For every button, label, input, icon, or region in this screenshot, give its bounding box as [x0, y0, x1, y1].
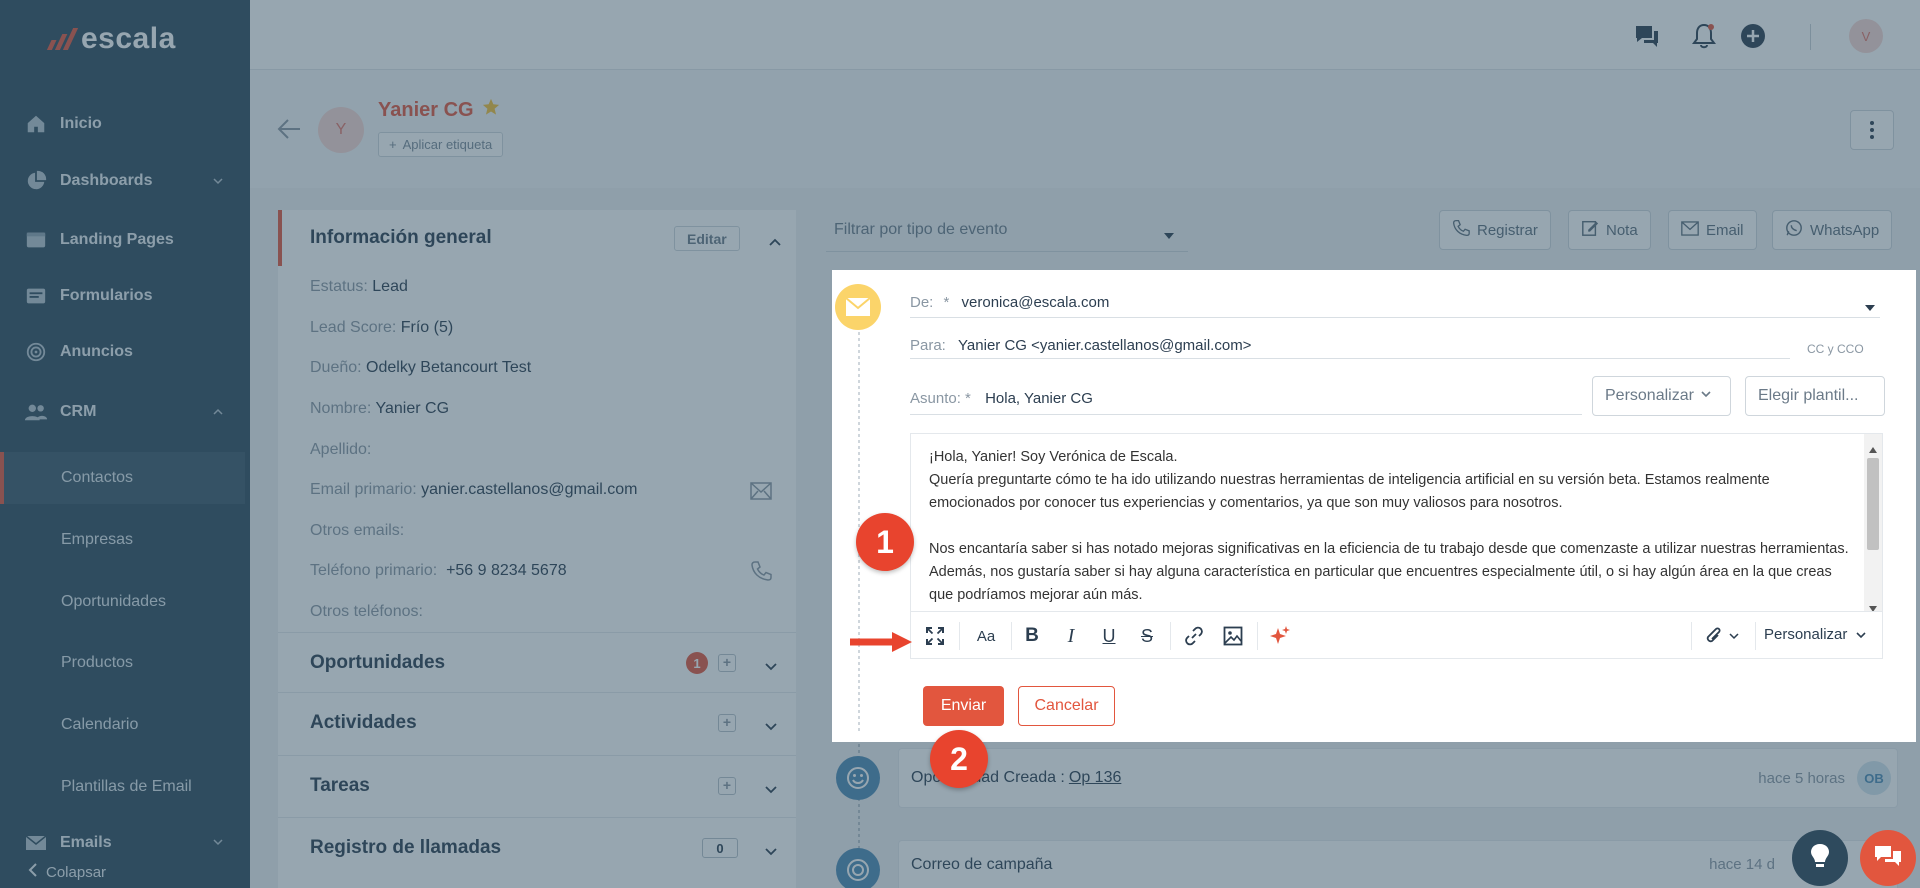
chevron-down-icon	[1700, 387, 1712, 405]
subject-field[interactable]: Asunto: * Hola, Yanier CG	[910, 390, 1093, 407]
template-label: Elegir plantil...	[1758, 387, 1859, 404]
ai-sparkle-icon[interactable]	[1268, 624, 1292, 648]
toolbar-divider	[1170, 622, 1171, 650]
required-marker: *	[965, 390, 971, 407]
annotation-marker-1: 1	[856, 513, 914, 571]
lightbulb-icon	[1809, 842, 1831, 875]
toolbar-divider	[1011, 622, 1012, 650]
cancel-button[interactable]: Cancelar	[1018, 686, 1115, 726]
send-button[interactable]: Enviar	[923, 686, 1004, 726]
italic-icon[interactable]: I	[1059, 624, 1083, 648]
body-paragraph: Quería preguntarte cómo te ha ido utiliz…	[929, 472, 1770, 511]
personalize-dropdown[interactable]: Personalizar	[1592, 376, 1731, 416]
to-label: Para:	[910, 337, 946, 354]
from-label: De:	[910, 294, 934, 311]
toolbar-divider	[1755, 622, 1756, 650]
body-paragraph: Nos encantaría saber si has notado mejor…	[929, 541, 1849, 603]
body-paragraph: ¡Hola, Yanier! Soy Verónica de Escala.	[929, 449, 1178, 465]
marker-number: 1	[876, 523, 894, 560]
send-label: Enviar	[940, 697, 987, 714]
from-field[interactable]: De: * veronica@escala.com	[910, 294, 1109, 311]
annotation-arrow-icon	[848, 631, 914, 658]
toolbar-personalize-label: Personalizar	[1764, 626, 1848, 643]
toolbar-divider	[1691, 622, 1692, 650]
image-icon[interactable]	[1221, 624, 1245, 648]
tips-fab[interactable]	[1792, 830, 1848, 886]
scroll-up-icon[interactable]	[1869, 440, 1877, 458]
fullscreen-icon[interactable]	[923, 624, 947, 648]
subject-label: Asunto:	[910, 390, 961, 407]
cc-bcc-link[interactable]: CC y CCO	[1807, 342, 1864, 356]
strikethrough-icon[interactable]: S	[1135, 624, 1159, 648]
divider	[910, 317, 1880, 318]
subject-value: Hola, Yanier CG	[985, 390, 1093, 407]
personalize-label: Personalizar	[1605, 387, 1694, 404]
email-body-editor[interactable]: ¡Hola, Yanier! Soy Verónica de Escala. Q…	[910, 433, 1883, 611]
divider	[910, 414, 1582, 415]
email-body: ¡Hola, Yanier! Soy Verónica de Escala. Q…	[929, 446, 1849, 607]
caret-down-icon[interactable]	[1865, 298, 1875, 316]
chevron-down-icon	[1856, 631, 1866, 638]
annotation-marker-2: 2	[930, 730, 988, 788]
attach-icon[interactable]	[1702, 624, 1746, 648]
divider	[910, 358, 1790, 359]
bold-icon[interactable]: B	[1020, 624, 1044, 648]
underline-icon[interactable]: U	[1097, 624, 1121, 648]
from-value: veronica@escala.com	[961, 294, 1110, 311]
toolbar-personalize-dropdown[interactable]: Personalizar	[1764, 626, 1867, 643]
chat-bubbles-icon	[1873, 843, 1903, 874]
to-field[interactable]: Para: Yanier CG <yanier.castellanos@gmai…	[910, 337, 1251, 354]
editor-toolbar: Aa B I U S Personalizar	[910, 611, 1883, 659]
link-icon[interactable]	[1182, 624, 1206, 648]
to-value: Yanier CG <yanier.castellanos@gmail.com>	[958, 337, 1252, 354]
cancel-label: Cancelar	[1034, 697, 1099, 714]
toolbar-divider	[959, 622, 960, 650]
cc-label: CC y CCO	[1807, 342, 1864, 356]
envelope-icon	[835, 284, 881, 330]
font-size-button[interactable]: Aa	[969, 624, 1003, 648]
chat-support-fab[interactable]	[1860, 830, 1916, 886]
marker-number: 2	[950, 740, 968, 777]
required-marker: *	[943, 294, 950, 311]
toolbar-divider	[1257, 622, 1258, 650]
editor-scrollbar[interactable]	[1864, 434, 1882, 611]
scroll-thumb[interactable]	[1867, 458, 1879, 550]
scroll-down-icon[interactable]	[1869, 599, 1877, 611]
choose-template-button[interactable]: Elegir plantil...	[1745, 376, 1885, 416]
